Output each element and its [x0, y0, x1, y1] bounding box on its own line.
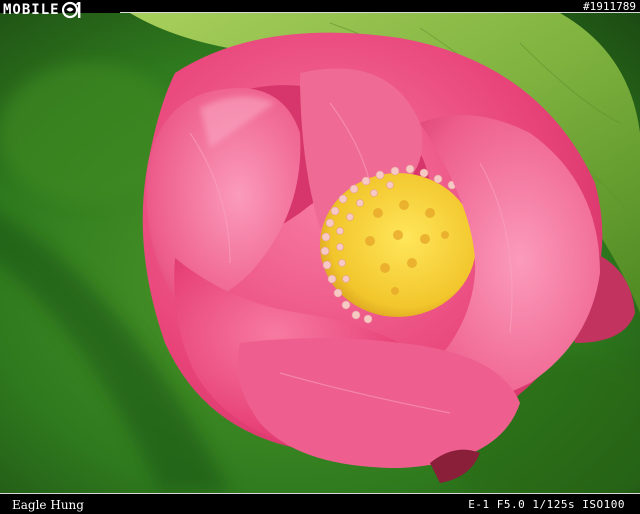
photographer-name: Eagle Hung: [12, 498, 84, 512]
exif-info: E-1 F5.0 1/125s ISO100: [468, 498, 625, 511]
caption-bar: Eagle Hung E-1 F5.0 1/125s ISO100: [0, 493, 640, 514]
lotus-photo: [0, 13, 640, 493]
site-logo[interactable]: MOBILE: [3, 0, 82, 20]
photo-frame: MOBILE #1911789 Eagle Hung E-1 F5.0 1/12…: [0, 0, 640, 514]
top-rule: [120, 12, 640, 13]
photo-id: #1911789: [583, 0, 636, 13]
logo-01-icon: [61, 0, 82, 20]
logo-text: MOBILE: [3, 2, 60, 18]
